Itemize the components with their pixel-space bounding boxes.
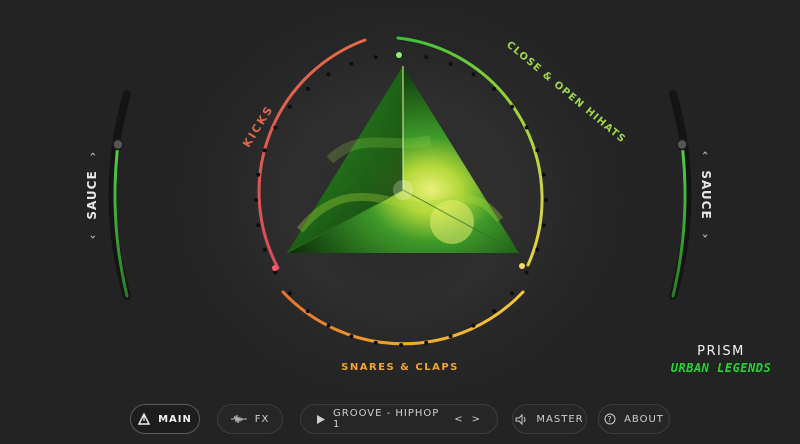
- right-sauce-handle[interactable]: [676, 138, 688, 151]
- ring-dot: [349, 61, 354, 66]
- master-label: MASTER: [536, 413, 584, 425]
- prism-icon: [137, 412, 151, 425]
- ring-dot: [305, 309, 310, 314]
- ring-dot: [510, 291, 515, 296]
- snares-arc: [281, 290, 525, 346]
- play-icon[interactable]: [317, 414, 325, 424]
- ring-dot: [424, 55, 429, 60]
- ring-dot: [287, 291, 292, 296]
- fx-label: FX: [254, 413, 270, 425]
- left-sauce-handle[interactable]: [112, 138, 124, 151]
- ring-dot: [373, 55, 378, 60]
- snares-label: SNARES & CLAPS: [341, 362, 459, 373]
- right-sauce-label: SAUCE: [699, 170, 713, 220]
- ring-dot: [471, 72, 476, 77]
- master-button[interactable]: MASTER: [512, 404, 587, 434]
- ring-dot: [524, 270, 529, 275]
- left-sauce-slider[interactable]: [108, 90, 131, 300]
- ring-dot: [535, 148, 540, 153]
- prism-triangle[interactable]: [286, 66, 520, 254]
- ring-dot: [510, 104, 515, 109]
- snares-vertex-led: [519, 263, 525, 269]
- ring-dot: [524, 125, 529, 130]
- ring-dot: [256, 172, 261, 177]
- hihats-label: CLOSE & OPEN HIHATS: [504, 39, 628, 145]
- speaker-icon: [515, 413, 528, 425]
- ring-dot: [544, 198, 548, 202]
- right-sauce-prev-icon[interactable]: ‹: [700, 151, 713, 157]
- brand-subtitle: URBAN LEGENDS: [670, 361, 772, 375]
- ring-dot: [541, 172, 546, 177]
- ring-dot: [287, 104, 292, 109]
- ring-dot: [305, 86, 310, 91]
- groove-selector[interactable]: GROOVE - HIPHOP 1 < >: [300, 404, 498, 434]
- ring-dot: [262, 247, 267, 252]
- brand-name: PRISM: [697, 344, 745, 359]
- brand-logo: PRISM URBAN LEGENDS: [666, 344, 776, 376]
- ring-dot: [254, 198, 258, 202]
- ring-dot: [373, 340, 378, 345]
- groove-label: GROOVE - HIPHOP 1: [333, 408, 440, 430]
- ring-dot: [273, 125, 278, 130]
- main-label: MAIN: [158, 413, 192, 425]
- main-button[interactable]: MAIN: [130, 404, 200, 434]
- about-button[interactable]: ? ABOUT: [598, 404, 670, 434]
- ring-dot: [535, 247, 540, 252]
- fx-button[interactable]: FX: [217, 404, 283, 434]
- right-sauce-next-icon[interactable]: ›: [700, 234, 713, 240]
- hihats-vertex-led: [396, 52, 402, 58]
- kicks-vertex-led: [272, 265, 278, 271]
- left-sauce-prev-icon[interactable]: ‹: [86, 234, 99, 240]
- ring-dot: [326, 323, 331, 328]
- svg-text:?: ?: [607, 415, 612, 424]
- ring-dot: [448, 61, 453, 66]
- ring-dot: [326, 72, 331, 77]
- groove-next-icon[interactable]: >: [472, 414, 481, 425]
- ring-dot: [262, 148, 267, 153]
- ring-dot: [424, 340, 429, 345]
- ring-dot: [471, 323, 476, 328]
- left-sauce-next-icon[interactable]: ›: [86, 151, 99, 157]
- help-icon: ?: [604, 413, 616, 425]
- bottom-toolbar: MAIN FX GROOVE - HIPHOP 1 < > MASTER ? A…: [0, 404, 800, 436]
- right-sauce-slider[interactable]: [669, 90, 692, 300]
- prism-dial[interactable]: KICKS CLOSE & OPEN HIHATS SNARES & CLAPS: [0, 0, 800, 444]
- ring-dot: [492, 86, 497, 91]
- about-label: ABOUT: [624, 413, 664, 425]
- left-sauce-label: SAUCE: [85, 170, 99, 220]
- waveform-icon: [230, 414, 247, 424]
- kicks-label: KICKS: [240, 103, 276, 150]
- groove-prev-icon[interactable]: <: [454, 414, 463, 425]
- ring-dot: [273, 270, 278, 275]
- ring-dot: [492, 309, 497, 314]
- ring-dot: [399, 343, 403, 347]
- ring-dot: [349, 334, 354, 339]
- ring-dot: [448, 334, 453, 339]
- ring-dot: [256, 223, 261, 228]
- ring-dot: [541, 223, 546, 228]
